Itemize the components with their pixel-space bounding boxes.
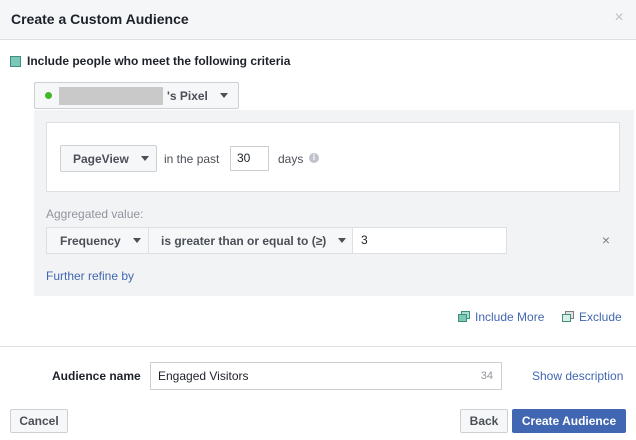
- include-more-button[interactable]: Include More: [458, 310, 544, 324]
- chevron-down-icon: [219, 93, 228, 98]
- aggregated-value-label: Aggregated value:: [46, 207, 144, 221]
- event-dropdown-label: PageView: [73, 151, 129, 166]
- audience-name-input[interactable]: Engaged Visitors 34: [150, 362, 502, 390]
- char-count: 34: [480, 370, 493, 382]
- pixel-dropdown[interactable]: 's Pixel: [34, 82, 239, 109]
- operator-dropdown[interactable]: is greater than or equal to (≥): [148, 227, 353, 254]
- remove-rule-icon[interactable]: ×: [600, 233, 612, 247]
- event-dropdown[interactable]: PageView: [60, 145, 157, 172]
- chevron-down-icon: [338, 238, 347, 243]
- exclude-icon: [562, 311, 575, 323]
- audience-name-value: Engaged Visitors: [158, 369, 249, 383]
- event-rule-box: PageView in the past 30 days i: [46, 122, 620, 192]
- in-past-label: in the past: [164, 152, 220, 166]
- operator-dropdown-label: is greater than or equal to (≥): [161, 233, 327, 248]
- redacted-pixel-owner: [59, 86, 163, 105]
- include-square-icon: [10, 55, 21, 67]
- pixel-status-dot-icon: [45, 92, 52, 99]
- days-input[interactable]: 30: [230, 146, 269, 171]
- exclude-label: Exclude: [579, 310, 622, 324]
- include-more-icon: [458, 311, 471, 323]
- aggregation-value-input[interactable]: 3: [352, 227, 507, 254]
- dialog-header: Create a Custom Audience ×: [0, 0, 636, 40]
- days-label: days: [278, 152, 304, 166]
- close-icon[interactable]: ×: [612, 10, 626, 26]
- cancel-button[interactable]: Cancel: [10, 409, 68, 433]
- further-refine-link[interactable]: Further refine by: [46, 269, 134, 283]
- include-criteria-label: Include people who meet the following cr…: [27, 54, 291, 68]
- include-criteria-row: Include people who meet the following cr…: [10, 54, 290, 68]
- back-button[interactable]: Back: [460, 409, 508, 433]
- section-divider: [0, 346, 636, 347]
- chevron-down-icon: [132, 238, 141, 243]
- metric-dropdown-label: Frequency: [60, 233, 121, 248]
- rule-panel: PageView in the past 30 days i Aggregate…: [34, 110, 634, 296]
- info-icon[interactable]: i: [309, 153, 319, 163]
- exclude-button[interactable]: Exclude: [562, 310, 622, 324]
- pixel-name-suffix: 's Pixel: [167, 88, 208, 103]
- audience-name-label: Audience name: [52, 369, 141, 383]
- create-audience-button[interactable]: Create Audience: [512, 409, 626, 433]
- chevron-down-icon: [140, 156, 149, 161]
- dialog-title: Create a Custom Audience: [11, 11, 189, 27]
- metric-dropdown[interactable]: Frequency: [46, 227, 149, 254]
- include-more-label: Include More: [475, 310, 545, 324]
- show-description-link[interactable]: Show description: [532, 369, 623, 383]
